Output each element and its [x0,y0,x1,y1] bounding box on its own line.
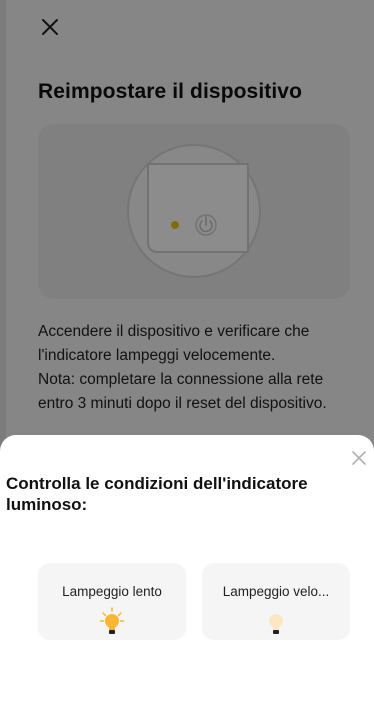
indicator-status-sheet: Controlla le condizioni dell'indicatore … [0,435,374,708]
option-slow-blink[interactable]: Lampeggio lento [38,563,186,640]
option-fast-blink[interactable]: Lampeggio velo... [202,563,350,640]
option-label: Lampeggio lento [62,584,162,599]
close-icon[interactable] [350,449,368,467]
option-label: Lampeggio velo... [222,584,330,599]
bulb-icon [269,614,283,634]
sheet-title: Controlla le condizioni dell'indicatore … [6,474,308,514]
bulb-blinking-icon [99,607,125,634]
